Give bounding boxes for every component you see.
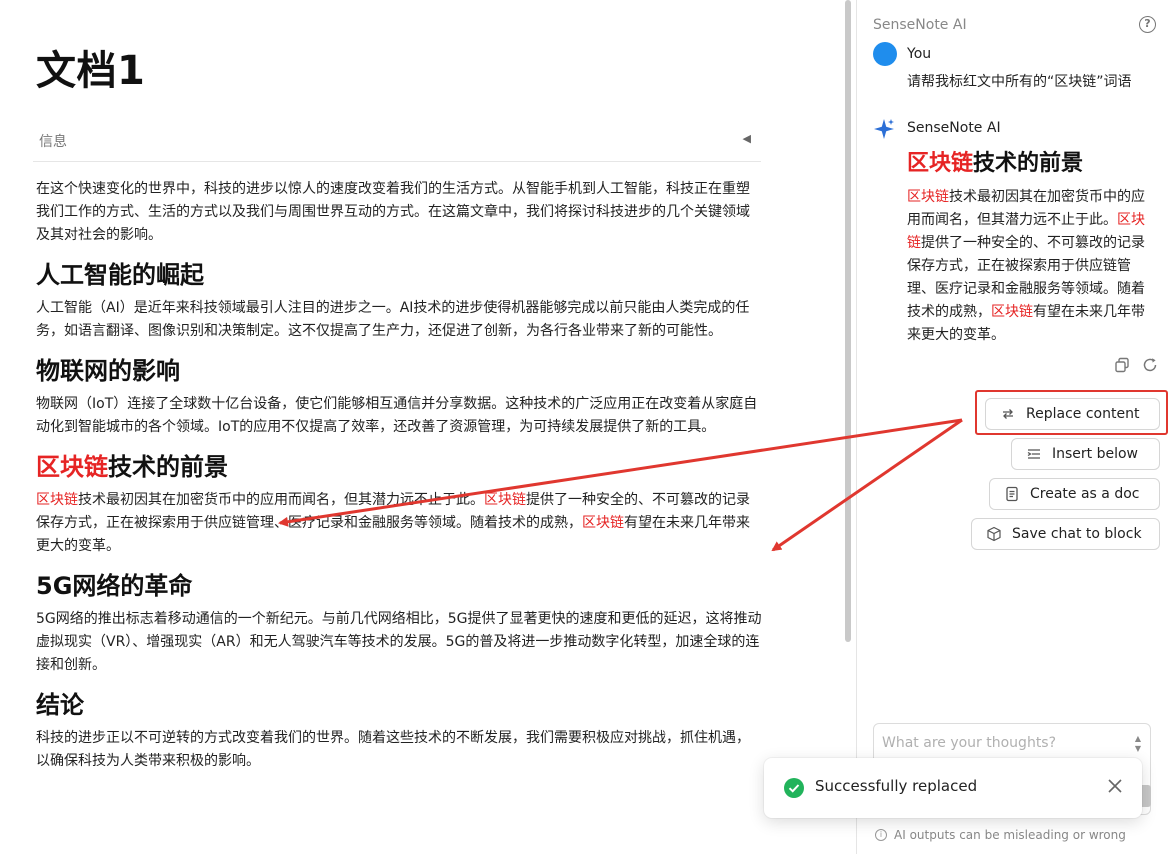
save-chat-to-block-button[interactable]: Save chat to block [971, 518, 1160, 550]
close-icon[interactable] [1106, 777, 1124, 795]
heading-text: 技术的前景 [973, 151, 1084, 176]
section-heading-5g: 5G网络的革命 [36, 572, 193, 600]
info-icon: i [875, 829, 887, 841]
replace-icon [1003, 409, 1013, 419]
document-title[interactable]: 文档1 [36, 38, 145, 96]
section-body-iot: 物联网（IoT）连接了全球数十亿台设备，使它们能够相互通信并分享数据。这种技术的… [36, 396, 758, 435]
create-as-doc-button[interactable]: Create as a doc [989, 478, 1160, 510]
caret-left-icon[interactable]: ◀ [743, 132, 751, 145]
replace-content-button[interactable]: Replace content [985, 398, 1160, 430]
panel-title: SenseNote AI [873, 17, 967, 33]
save-chat-label: Save chat to block [1012, 526, 1142, 542]
ai-assistant-panel: SenseNote AI ? You 请帮我标红文中所有的“区块链”词语 Sen… [857, 0, 1170, 854]
replace-content-label: Replace content [1026, 406, 1140, 422]
success-toast: Successfully replaced [764, 758, 1142, 818]
info-label: 信息 [39, 134, 67, 150]
document-scrollbar-thumb[interactable] [845, 0, 851, 642]
intro-paragraph: 在这个快速变化的世界中，科技的进步以惊人的速度改变着我们的生活方式。从智能手机到… [36, 181, 750, 243]
section-heading-blockchain: 区块链技术的前景 [36, 449, 762, 485]
input-resize-arrows-icon[interactable]: ▲ ▼ [1132, 734, 1144, 754]
ai-response-body: 区块链技术最初因其在加密货币中的应用而闻名，但其潜力远不止于此。区块链提供了一种… [907, 186, 1152, 347]
disclaimer-text: AI outputs can be misleading or wrong [894, 828, 1126, 842]
section-heading-ai: 人工智能的崛起 [36, 261, 204, 289]
section-heading-conclusion: 结论 [36, 691, 84, 719]
insert-below-icon [1027, 449, 1040, 459]
ai-response-heading: 区块链技术的前景 [907, 145, 1083, 177]
toast-message: Successfully replaced [815, 777, 978, 795]
heading-text: 技术的前景 [108, 453, 228, 481]
chat-input-placeholder: What are your thoughts? [882, 735, 1057, 751]
user-message: 请帮我标红文中所有的“区块链”词语 [907, 74, 1132, 90]
highlighted-keyword: 区块链 [484, 492, 526, 508]
body-text: 技术最初因其在加密货币中的应用而闻名，但其潜力远不止于此。 [78, 492, 484, 508]
sparkle-icon [874, 119, 894, 139]
user-name: You [907, 46, 932, 62]
help-icon[interactable]: ? [1139, 16, 1156, 33]
check-circle-icon [784, 778, 804, 798]
insert-below-button[interactable]: Insert below [1011, 438, 1160, 470]
ai-disclaimer: i AI outputs can be misleading or wrong [875, 828, 1126, 842]
copy-icon[interactable] [1114, 357, 1130, 373]
highlighted-keyword: 区块链 [991, 304, 1033, 320]
regenerate-icon[interactable] [1142, 357, 1158, 373]
create-as-doc-label: Create as a doc [1030, 486, 1140, 502]
highlighted-keyword: 区块链 [36, 492, 78, 508]
highlighted-keyword: 区块链 [582, 515, 624, 531]
ai-name: SenseNote AI [907, 120, 1001, 136]
info-panel-toggle[interactable]: 信息 ◀ [33, 120, 761, 162]
section-heading-iot: 物联网的影响 [36, 357, 180, 385]
highlighted-keyword: 区块链 [907, 151, 974, 176]
section-body-ai: 人工智能（AI）是近年来科技领域最引人注目的进步之一。AI技术的进步使得机器能够… [36, 300, 750, 339]
highlighted-keyword: 区块链 [907, 189, 949, 205]
highlighted-keyword: 区块链 [36, 453, 108, 481]
user-avatar [873, 42, 897, 66]
section-body-conclusion: 科技的进步正以不可逆转的方式改变着我们的世界。随着这些技术的不断发展，我们需要积… [36, 730, 750, 769]
cube-icon [987, 526, 1001, 542]
section-body-5g: 5G网络的推出标志着移动通信的一个新纪元。与前几代网络相比，5G提供了显著更快的… [36, 611, 762, 673]
insert-below-label: Insert below [1052, 446, 1139, 462]
document-icon [1006, 486, 1018, 502]
section-body-blockchain: 区块链技术最初因其在加密货币中的应用而闻名，但其潜力远不止于此。区块链提供了一种… [36, 489, 762, 558]
document-content[interactable]: 在这个快速变化的世界中，科技的进步以惊人的速度改变着我们的生活方式。从智能手机到… [36, 178, 762, 773]
document-editor[interactable]: 文档1 信息 ◀ 在这个快速变化的世界中，科技的进步以惊人的速度改变着我们的生活… [0, 0, 840, 854]
